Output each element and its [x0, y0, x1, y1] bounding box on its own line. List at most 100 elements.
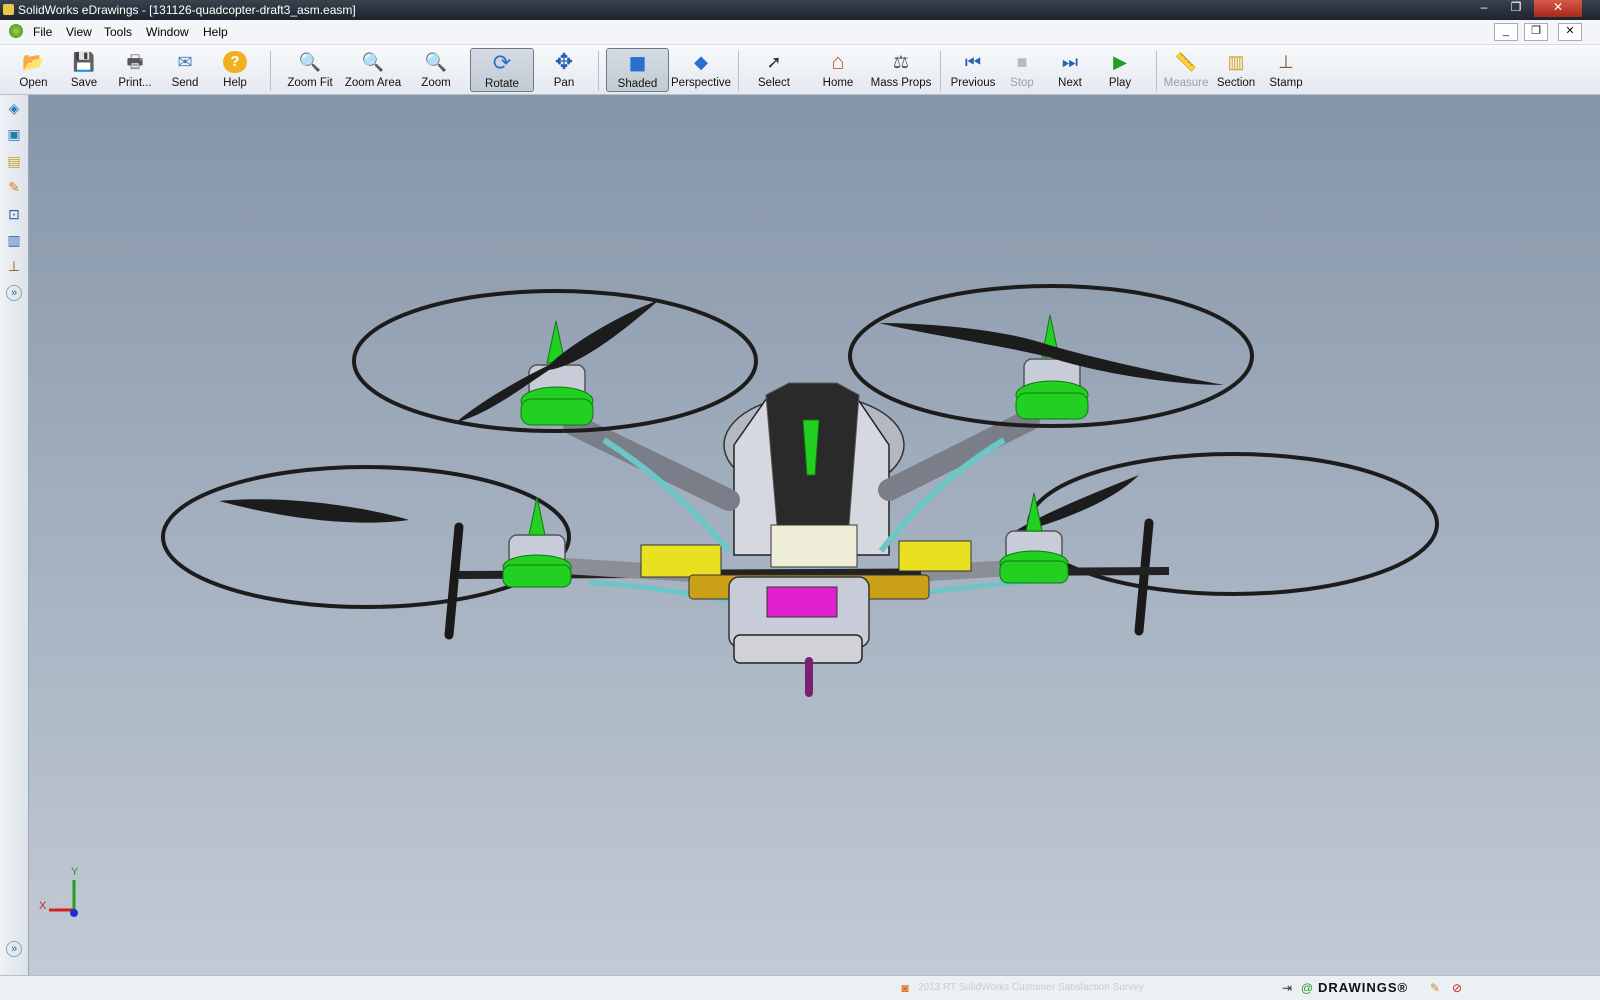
stamp-icon: ⊥	[1278, 52, 1294, 72]
stop-label: Stop	[1010, 77, 1034, 89]
save-button[interactable]: 💾 Save	[62, 48, 106, 92]
shaded-button[interactable]: ◼ Shaded	[606, 48, 669, 92]
menu-bar: File View Tools Window Help _ ❐ ✕	[0, 20, 1600, 45]
components-icon[interactable]: ◈	[5, 99, 23, 117]
play-button[interactable]: ▶ Play	[1100, 48, 1140, 92]
window-title: SolidWorks eDrawings - [131126-quadcopte…	[18, 3, 356, 17]
open-button[interactable]: 📂 Open	[8, 48, 59, 92]
next-button[interactable]: ⏭ Next	[1050, 48, 1090, 92]
select-button[interactable]: ➚ Select	[752, 48, 796, 92]
toolbar-separator	[270, 51, 271, 91]
zoom-label: Zoom	[421, 77, 451, 89]
section-icon: ▥	[1227, 52, 1245, 72]
edrawings-brand: DRAWINGS®	[1318, 980, 1409, 995]
survey-link[interactable]: 2013 RT SolidWorks Customer Satisfaction…	[918, 982, 1144, 993]
mass-props-button[interactable]: ⚖ Mass Props	[870, 48, 932, 92]
section-label: Section	[1216, 77, 1256, 89]
section-tool-icon[interactable]: ▥	[5, 231, 23, 249]
main-toolbar: 📂 Open 💾 Save 🖶 Print... ✉ Send ? Help 🔍 Zoom …	[0, 45, 1600, 95]
menu-window[interactable]: Window	[146, 25, 189, 39]
edrawings-logo-icon[interactable]	[9, 24, 23, 38]
quadcopter-model	[161, 284, 1439, 697]
section-button[interactable]: ▥ Section	[1213, 48, 1259, 92]
measure-button[interactable]: 📏 Measure	[1163, 48, 1209, 92]
previous-icon: ⏮	[964, 52, 982, 72]
stop-icon: ■	[1016, 52, 1028, 72]
zoom-fit-button[interactable]: 🔍 Zoom Fit	[282, 48, 338, 92]
send-button-label: Send	[171, 77, 199, 89]
perspective-button[interactable]: ◆ Perspective	[671, 48, 731, 92]
axis-triad-graphic	[49, 880, 78, 917]
select-label: Select	[758, 77, 790, 89]
menu-help[interactable]: Help	[203, 25, 228, 39]
stamp-label: Stamp	[1269, 77, 1303, 89]
measure-label: Measure	[1163, 77, 1209, 89]
rotate-button[interactable]: ⟳ Rotate	[470, 48, 534, 92]
window-close-button[interactable]: ✕	[1534, 0, 1582, 17]
rotate-icon: ⟳	[492, 50, 512, 75]
zoom-button[interactable]: 🔍 Zoom	[414, 48, 458, 92]
menu-tools[interactable]: Tools	[104, 25, 132, 39]
mass-props-label: Mass Props	[870, 77, 932, 89]
toolbar-separator	[738, 51, 739, 91]
window-restore-button[interactable]: ❐	[1500, 0, 1532, 17]
pan-button[interactable]: ✥ Pan	[542, 48, 586, 92]
left-panel-toolbar: ◈ ▣ ▤ ✎ ⊡ ▥ ⊥ » »	[0, 95, 29, 975]
menu-file[interactable]: File	[33, 25, 52, 39]
propeller-back-left	[219, 499, 409, 523]
sheets-icon[interactable]: ▤	[5, 152, 23, 170]
shaded-label: Shaded	[617, 78, 658, 90]
menu-view[interactable]: View	[66, 25, 92, 39]
home-label: Home	[822, 77, 854, 89]
pan-label: Pan	[553, 77, 575, 89]
document-close-button[interactable]: ✕	[1558, 23, 1582, 41]
zoom-fit-icon: 🔍	[298, 52, 322, 72]
markup-icon[interactable]: ✎	[5, 178, 23, 196]
stop-button[interactable]: ■ Stop	[1003, 48, 1041, 92]
perspective-label: Perspective	[671, 77, 732, 89]
help-button[interactable]: ? Help	[213, 48, 257, 92]
home-button[interactable]: ⌂ Home	[816, 48, 860, 92]
no-markup-icon[interactable]: ⊘	[1450, 981, 1464, 995]
arm-front-left	[563, 414, 740, 511]
3d-viewport[interactable]: X Y	[29, 95, 1600, 975]
collapse-panel-icon[interactable]: »	[6, 941, 22, 957]
status-bar: ◙ 2013 RT SolidWorks Customer Satisfacti…	[0, 975, 1600, 1000]
app-icon	[3, 4, 14, 15]
toolbar-separator	[1156, 51, 1157, 91]
previous-button[interactable]: ⏮ Previous	[950, 48, 996, 92]
document-restore-button[interactable]: ❐	[1524, 23, 1548, 41]
landing-leg-right	[1134, 518, 1154, 636]
window-minimize-button[interactable]: –	[1468, 0, 1500, 17]
axis-y-label: Y	[71, 866, 79, 878]
yellow-mount-left	[640, 544, 722, 578]
stamp-button[interactable]: ⊥ Stamp	[1264, 48, 1308, 92]
print-button[interactable]: 🖶 Print...	[110, 48, 160, 92]
measure-tool-icon[interactable]: ⊡	[5, 205, 23, 223]
zoom-area-button[interactable]: 🔍 Zoom Area	[342, 48, 404, 92]
measure-icon: 📏	[1174, 52, 1198, 72]
next-label: Next	[1058, 77, 1082, 89]
stamp-tool-icon[interactable]: ⊥	[5, 257, 23, 275]
markup-pencil-icon[interactable]: ✎	[1428, 981, 1442, 995]
axis-x-label: X	[39, 900, 47, 912]
play-label: Play	[1108, 77, 1132, 89]
print-icon: 🖶	[126, 52, 144, 72]
edrawings-logo-icon: @	[1300, 981, 1314, 995]
next-icon: ⏭	[1061, 52, 1079, 72]
battery-pack	[766, 586, 838, 618]
document-minimize-button[interactable]: _	[1494, 23, 1518, 41]
motor-front-right	[1015, 314, 1089, 420]
edrawings-arrow-icon: ⇥	[1281, 981, 1293, 995]
motor-back-left	[502, 496, 572, 588]
scale-icon: ⚖	[892, 52, 910, 72]
save-icon: 💾	[72, 52, 96, 72]
expand-panel-icon[interactable]: »	[6, 285, 22, 301]
rss-icon[interactable]: ◙	[898, 981, 912, 995]
configurations-icon[interactable]: ▣	[5, 125, 23, 143]
print-button-label: Print...	[118, 77, 152, 89]
arm-front-right	[878, 409, 1040, 501]
motor-back-right	[999, 492, 1069, 584]
toolbar-separator	[940, 51, 941, 91]
send-button[interactable]: ✉ Send	[163, 48, 207, 92]
